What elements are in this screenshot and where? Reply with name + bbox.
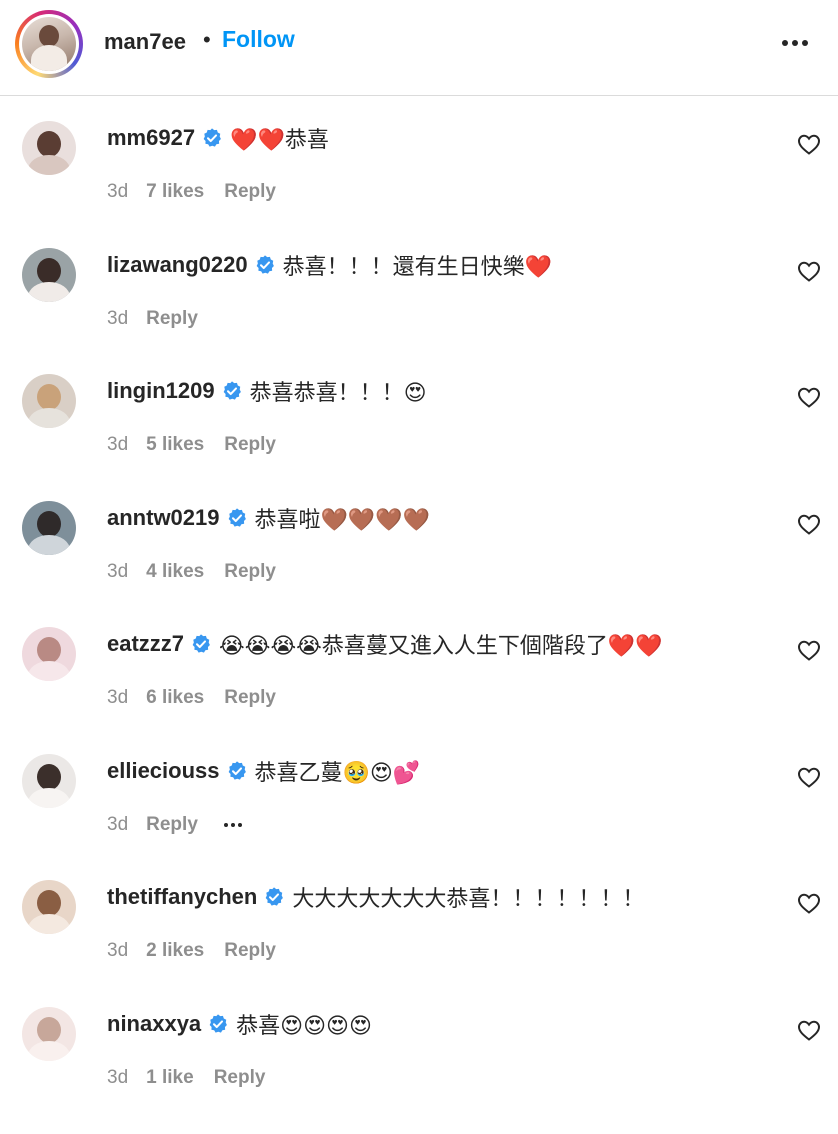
commenter-username[interactable]: thetiffanychen xyxy=(107,884,257,910)
reply-button[interactable]: Reply xyxy=(146,308,198,330)
commenter-username[interactable]: anntw0219 xyxy=(107,505,220,531)
separator-dot: • xyxy=(203,27,211,52)
commenter-avatar[interactable] xyxy=(22,247,76,302)
comment-text: 恭喜乙蔓🥹😍💕 xyxy=(254,760,421,786)
like-heart-icon[interactable] xyxy=(797,513,821,535)
commenter-username[interactable]: lingin1209 xyxy=(107,378,215,404)
comment-content: anntw0219 恭喜啦🤎🤎🤎🤎 xyxy=(107,501,430,535)
like-heart-icon[interactable] xyxy=(797,260,821,282)
comment-row: mm6927 ❤️❤️恭喜 3d 7 likes Reply xyxy=(0,121,838,248)
commenter-avatar[interactable] xyxy=(22,374,76,428)
commenter-username[interactable]: eatzzz7 xyxy=(107,631,184,657)
follow-button[interactable]: Follow xyxy=(222,26,295,53)
header-username[interactable]: man7ee xyxy=(104,29,186,55)
comment-row: ninaxxya 恭喜😍😍😍😍 3d 1 like Reply xyxy=(0,1006,838,1134)
like-heart-icon[interactable] xyxy=(797,386,821,408)
comment-time[interactable]: 3d xyxy=(107,181,128,203)
commenter-username[interactable]: mm6927 xyxy=(107,125,195,151)
comment-text: 恭喜😍😍😍😍 xyxy=(236,1013,372,1039)
comment-meta: 3d 5 likes Reply xyxy=(107,434,276,456)
comment-likes[interactable]: 7 likes xyxy=(146,181,204,203)
comment-text: ❤️❤️恭喜 xyxy=(230,128,329,153)
commenter-username[interactable]: ninaxxya xyxy=(107,1011,201,1037)
commenter-avatar[interactable] xyxy=(22,753,76,808)
comment-time[interactable]: 3d xyxy=(107,1067,128,1089)
commenter-avatar[interactable] xyxy=(22,121,76,175)
comment-meta: 3d Reply xyxy=(107,308,198,330)
comment-likes[interactable]: 1 like xyxy=(146,1067,194,1089)
comment-text: 恭喜！！！還有生日快樂❤️ xyxy=(282,254,553,280)
verified-badge-icon xyxy=(226,760,248,782)
comment-row: anntw0219 恭喜啦🤎🤎🤎🤎 3d 4 likes Reply xyxy=(0,500,838,628)
comment-likes[interactable]: 6 likes xyxy=(146,687,204,709)
reply-button[interactable]: Reply xyxy=(224,561,276,583)
post-header: man7ee • Follow xyxy=(0,0,838,96)
commenter-avatar[interactable] xyxy=(22,627,76,681)
comment-content: lingin1209 恭喜恭喜！！！😍 xyxy=(107,374,427,408)
comment-time[interactable]: 3d xyxy=(107,814,128,836)
comment-text: 恭喜啦🤎🤎🤎🤎 xyxy=(254,507,431,533)
comment-text: 恭喜恭喜！！！😍 xyxy=(249,381,427,406)
verified-badge-icon xyxy=(263,886,285,908)
commenter-username[interactable]: ellieciouss xyxy=(107,758,220,784)
commenter-username[interactable]: lizawang0220 xyxy=(107,252,248,278)
comment-row: lingin1209 恭喜恭喜！！！😍 3d 5 likes Reply xyxy=(0,374,838,501)
more-horizontal-icon[interactable] xyxy=(780,38,810,48)
reply-button[interactable]: Reply xyxy=(146,814,198,836)
like-heart-icon[interactable] xyxy=(797,639,821,661)
reply-button[interactable]: Reply xyxy=(224,687,276,709)
like-heart-icon[interactable] xyxy=(797,766,821,788)
reply-button[interactable]: Reply xyxy=(224,434,276,456)
comment-content: mm6927 ❤️❤️恭喜 xyxy=(107,121,329,155)
comment-meta: 3d 2 likes Reply xyxy=(107,940,276,962)
like-heart-icon[interactable] xyxy=(797,892,821,914)
comment-likes[interactable]: 5 likes xyxy=(146,434,204,456)
verified-badge-icon xyxy=(226,507,248,529)
comment-content: thetiffanychen 大大大大大大大恭喜！！！！！！！ xyxy=(107,880,644,914)
avatar-image xyxy=(22,17,76,71)
comment-options-icon[interactable] xyxy=(223,822,242,827)
comment-row: thetiffanychen 大大大大大大大恭喜！！！！！！！ 3d 2 likes R… xyxy=(0,880,838,1007)
reply-button[interactable]: Reply xyxy=(224,940,276,962)
verified-badge-icon xyxy=(201,127,223,149)
comment-row: eatzzz7 😭😭😭😭恭喜蔓又進入人生下個階段了❤️❤️ 3d 6 likes Rep… xyxy=(0,627,838,754)
commenter-avatar[interactable] xyxy=(22,1006,76,1061)
verified-badge-icon xyxy=(221,380,243,402)
comment-likes[interactable]: 2 likes xyxy=(146,940,204,962)
comment-meta: 3d 1 like Reply xyxy=(107,1067,265,1089)
reply-button[interactable]: Reply xyxy=(224,181,276,203)
comment-row: ellieciouss 恭喜乙蔓🥹😍💕 3d Reply xyxy=(0,753,838,881)
comment-text: 大大大大大大大恭喜！！！！！！！ xyxy=(292,887,645,912)
comment-row: lizawang0220 恭喜！！！還有生日快樂❤️ 3d Reply xyxy=(0,247,838,375)
commenter-avatar[interactable] xyxy=(22,880,76,934)
comment-time[interactable]: 3d xyxy=(107,687,128,709)
comment-content: lizawang0220 恭喜！！！還有生日快樂❤️ xyxy=(107,248,552,282)
reply-button[interactable]: Reply xyxy=(214,1067,266,1089)
comment-text: 😭😭😭😭恭喜蔓又進入人生下個階段了❤️❤️ xyxy=(219,634,663,659)
comment-meta: 3d 6 likes Reply xyxy=(107,687,276,709)
comment-content: eatzzz7 😭😭😭😭恭喜蔓又進入人生下個階段了❤️❤️ xyxy=(107,627,663,661)
comment-meta: 3d 4 likes Reply xyxy=(107,561,276,583)
comment-content: ninaxxya 恭喜😍😍😍😍 xyxy=(107,1007,372,1041)
comment-time[interactable]: 3d xyxy=(107,434,128,456)
comment-likes[interactable]: 4 likes xyxy=(146,561,204,583)
verified-badge-icon xyxy=(207,1013,229,1035)
comment-time[interactable]: 3d xyxy=(107,308,128,330)
like-heart-icon[interactable] xyxy=(797,133,821,155)
comment-time[interactable]: 3d xyxy=(107,561,128,583)
comment-meta: 3d Reply xyxy=(107,814,242,836)
comment-content: ellieciouss 恭喜乙蔓🥹😍💕 xyxy=(107,754,420,788)
comment-meta: 3d 7 likes Reply xyxy=(107,181,276,203)
profile-avatar[interactable] xyxy=(15,10,83,78)
commenter-avatar[interactable] xyxy=(22,500,76,555)
verified-badge-icon xyxy=(190,633,212,655)
like-heart-icon[interactable] xyxy=(797,1019,821,1041)
verified-badge-icon xyxy=(254,254,276,276)
comment-time[interactable]: 3d xyxy=(107,940,128,962)
